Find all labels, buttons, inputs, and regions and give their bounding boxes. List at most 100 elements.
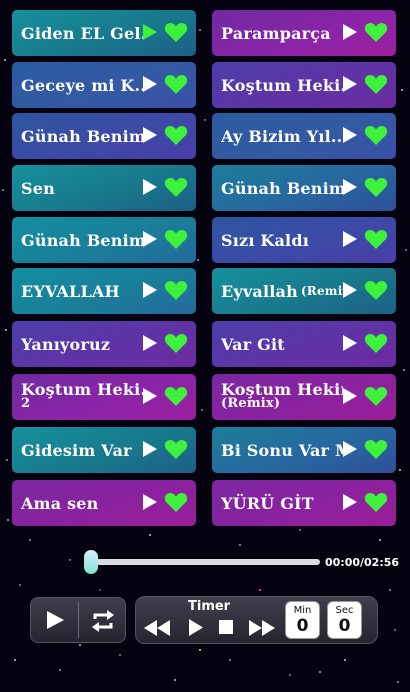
play-icon[interactable]	[142, 493, 158, 511]
timer-controls: Timer Min 0 Sec 0	[135, 596, 378, 644]
fast-forward-icon[interactable]	[248, 619, 276, 637]
song-tile[interactable]: Sızı Kaldı	[212, 217, 396, 263]
seek-bar[interactable]	[84, 550, 320, 574]
heart-icon[interactable]	[364, 176, 388, 198]
play-icon[interactable]	[142, 334, 158, 352]
heart-icon[interactable]	[164, 385, 188, 407]
song-title-line2: 2	[21, 396, 31, 411]
song-title: Bi Sonu Var Mı	[221, 440, 343, 460]
play-icon[interactable]	[142, 23, 158, 41]
play-icon[interactable]	[342, 75, 358, 93]
heart-icon[interactable]	[364, 124, 388, 146]
heart-icon[interactable]	[164, 228, 188, 250]
song-tile[interactable]: Var Git	[212, 321, 396, 367]
song-tile[interactable]: EYVALLAH	[12, 268, 196, 314]
song-title: Koştum Heki...	[221, 75, 343, 95]
song-tile[interactable]: Koştum Heki...	[212, 62, 396, 108]
song-title: Günah Benim 3	[21, 230, 143, 250]
song-tile[interactable]: Günah Benim 3	[12, 217, 196, 263]
song-tile[interactable]: Günah Benim	[12, 113, 196, 159]
song-title: Ay Bizim Yıl...	[221, 126, 343, 146]
song-title: Sızı Kaldı	[221, 230, 309, 250]
heart-icon[interactable]	[364, 73, 388, 95]
play-icon[interactable]	[342, 230, 358, 248]
playback-controls	[30, 597, 126, 643]
song-title-suffix: (Remix)	[300, 284, 343, 298]
heart-icon[interactable]	[364, 279, 388, 301]
song-tile[interactable]: Koştum Hekime(Remix)	[212, 374, 396, 420]
timer-minutes-field[interactable]: Min 0	[285, 601, 320, 639]
play-icon[interactable]	[142, 178, 158, 196]
song-tile[interactable]: Ama sen	[12, 480, 196, 526]
song-tile[interactable]: YÜRÜ GİT	[212, 480, 396, 526]
heart-icon[interactable]	[364, 491, 388, 513]
play-icon[interactable]	[342, 387, 358, 405]
play-icon[interactable]	[342, 281, 358, 299]
song-tile[interactable]: Yanıyoruz	[12, 321, 196, 367]
song-title: Eyvallah(Remix)	[221, 268, 343, 314]
song-tile[interactable]: Günah Benim 2	[212, 165, 396, 211]
song-title-main: Eyvallah	[221, 281, 298, 301]
play-icon[interactable]	[142, 230, 158, 248]
song-title: Sen	[21, 178, 55, 198]
song-title: Giden EL Gel...	[21, 23, 143, 43]
song-tile[interactable]: Geceye mi K...	[12, 62, 196, 108]
heart-icon[interactable]	[164, 176, 188, 198]
heart-icon[interactable]	[164, 73, 188, 95]
play-icon[interactable]	[142, 387, 158, 405]
heart-icon[interactable]	[364, 438, 388, 460]
song-tile[interactable]: Koştum Heki...2	[12, 374, 196, 420]
song-tile[interactable]: Paramparça	[212, 10, 396, 56]
song-title: Günah Benim	[21, 126, 143, 146]
time-display: 00:00/02:56	[325, 556, 400, 569]
play-icon[interactable]	[342, 440, 358, 458]
seek-thumb[interactable]	[84, 550, 98, 574]
timer-label: Timer	[188, 599, 231, 614]
play-icon[interactable]	[342, 126, 358, 144]
heart-icon[interactable]	[164, 124, 188, 146]
song-tile[interactable]: Gidesim Var	[12, 427, 196, 473]
heart-icon[interactable]	[164, 279, 188, 301]
song-title-line1: Koştum Hekime	[221, 380, 343, 399]
play-icon[interactable]	[342, 493, 358, 511]
heart-icon[interactable]	[164, 21, 188, 43]
rewind-icon[interactable]	[143, 619, 171, 637]
minutes-value: 0	[296, 616, 309, 636]
heart-icon[interactable]	[164, 438, 188, 460]
repeat-icon[interactable]	[89, 608, 117, 634]
song-title: Günah Benim 2	[221, 178, 343, 198]
play-icon[interactable]	[342, 23, 358, 41]
song-tile[interactable]: Sen	[12, 165, 196, 211]
song-tile[interactable]: Giden EL Gel...	[12, 10, 196, 56]
stop-icon[interactable]	[219, 620, 233, 634]
seconds-value: 0	[338, 616, 351, 636]
play-icon[interactable]	[142, 281, 158, 299]
seconds-label: Sec	[335, 605, 354, 616]
heart-icon[interactable]	[364, 228, 388, 250]
timer-seconds-field[interactable]: Sec 0	[327, 601, 362, 639]
song-title: Ama sen	[21, 493, 99, 513]
song-title: Koştum Hekime(Remix)	[221, 374, 343, 420]
song-title: Yanıyoruz	[21, 334, 111, 354]
play-icon[interactable]	[142, 75, 158, 93]
heart-icon[interactable]	[364, 21, 388, 43]
song-title: Koştum Heki...2	[21, 374, 143, 420]
play-icon[interactable]	[342, 178, 358, 196]
play-icon[interactable]	[45, 610, 65, 630]
song-tile[interactable]: Ay Bizim Yıl...	[212, 113, 396, 159]
song-title: EYVALLAH	[21, 281, 120, 301]
song-title-line2: (Remix)	[221, 396, 281, 411]
heart-icon[interactable]	[364, 332, 388, 354]
divider	[78, 602, 79, 638]
heart-icon[interactable]	[164, 491, 188, 513]
song-title-line1: Koştum Heki...	[21, 380, 143, 399]
heart-icon[interactable]	[164, 332, 188, 354]
play-icon[interactable]	[142, 126, 158, 144]
song-tile[interactable]: Eyvallah(Remix)	[212, 268, 396, 314]
play-icon[interactable]	[342, 334, 358, 352]
heart-icon[interactable]	[364, 385, 388, 407]
play-icon[interactable]	[142, 440, 158, 458]
seek-track[interactable]	[88, 559, 320, 565]
play-icon[interactable]	[188, 618, 204, 637]
song-tile[interactable]: Bi Sonu Var Mı	[212, 427, 396, 473]
